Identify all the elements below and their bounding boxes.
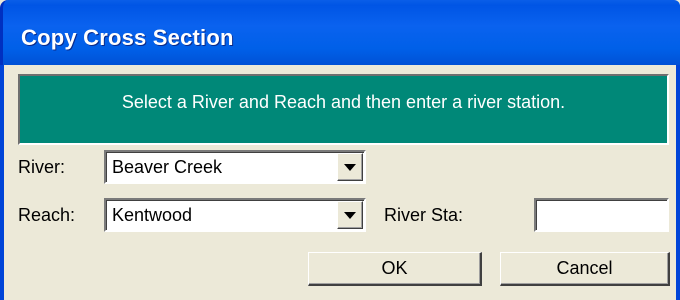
- window-frame-right: [676, 65, 680, 300]
- reach-dropdown-button[interactable]: [337, 201, 363, 229]
- instruction-banner: Select a River and Reach and then enter …: [18, 74, 669, 145]
- river-station-label: River Sta:: [384, 205, 464, 225]
- river-select-value: Beaver Creek: [112, 157, 223, 177]
- chevron-down-icon: [344, 212, 356, 219]
- chevron-down-icon: [344, 164, 356, 171]
- ok-button[interactable]: OK: [308, 252, 482, 286]
- reach-select-value: Kentwood: [112, 205, 193, 225]
- river-select[interactable]: Beaver Creek: [104, 150, 366, 184]
- river-station-input[interactable]: [534, 198, 669, 232]
- window-title: Copy Cross Section: [21, 25, 234, 50]
- title-bar[interactable]: Copy Cross Section: [0, 0, 680, 65]
- reach-label: Reach:: [18, 205, 76, 225]
- reach-select[interactable]: Kentwood: [104, 198, 366, 232]
- copy-cross-section-dialog: Copy Cross Section Select a River and Re…: [0, 0, 680, 300]
- river-dropdown-button[interactable]: [337, 153, 363, 181]
- instruction-text: Select a River and Reach and then enter …: [121, 92, 566, 112]
- window-frame-left: [0, 65, 4, 300]
- river-label: River:: [18, 157, 66, 177]
- cancel-button[interactable]: Cancel: [500, 252, 670, 286]
